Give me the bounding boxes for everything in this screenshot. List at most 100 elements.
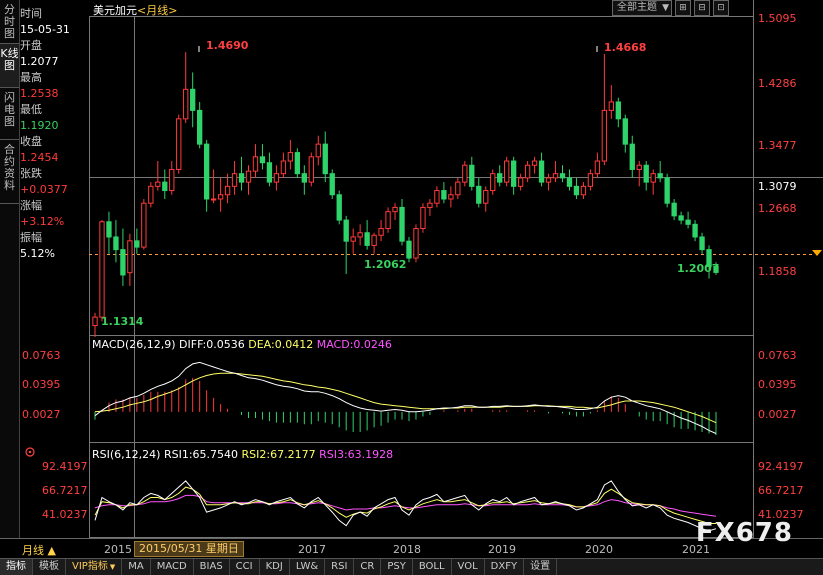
tab-dxfy[interactable]: DXFY xyxy=(485,559,525,575)
tab-vol[interactable]: VOL xyxy=(452,559,485,575)
price-tick: 1.3477 xyxy=(758,139,797,152)
year-label: 2019 xyxy=(488,543,516,556)
macd-dea-value: DEA:0.0412 xyxy=(248,338,314,351)
candle xyxy=(580,182,587,199)
candle xyxy=(196,101,203,149)
rsi-tick-left: 66.7217 xyxy=(42,484,88,497)
layout-grid-button[interactable]: ⊞ xyxy=(675,0,691,16)
year-label: 2017 xyxy=(298,543,326,556)
rsi-tick-right: 92.4197 xyxy=(758,460,804,473)
candles-group xyxy=(92,52,719,338)
macd-tick-left: 0.0763 xyxy=(22,349,61,362)
period-toggle-button[interactable]: 月线 ▲ xyxy=(22,542,56,558)
macd-title: MACD(26,12,9) xyxy=(92,338,176,351)
candle xyxy=(490,169,496,195)
candle xyxy=(650,169,656,195)
candle xyxy=(413,224,419,263)
candle xyxy=(483,186,489,212)
annotation-high-2016: 1.4690 xyxy=(206,39,249,52)
rsi1-line xyxy=(94,480,717,532)
candle xyxy=(462,161,468,187)
macd-tick-right: 0.0027 xyxy=(758,408,797,421)
candle xyxy=(134,228,140,254)
theme-select[interactable]: 全部主题 ▼ xyxy=(612,0,672,16)
candle xyxy=(699,232,705,254)
candle xyxy=(685,211,691,229)
macd-group xyxy=(94,361,717,436)
candle xyxy=(343,215,349,274)
tab-kdj[interactable]: KDJ xyxy=(260,559,290,575)
tab-indicator[interactable]: 指标 xyxy=(0,559,33,575)
candle xyxy=(657,161,663,183)
candle xyxy=(176,114,182,174)
tab-ma[interactable]: MA xyxy=(122,559,151,575)
candle xyxy=(162,169,168,199)
candle xyxy=(448,186,454,208)
candle xyxy=(559,165,566,183)
tab-lw[interactable]: LW& xyxy=(290,559,326,575)
cursor-date-label: 2015/05/31 星期日 xyxy=(134,541,244,557)
candle xyxy=(308,152,314,187)
candle xyxy=(392,203,398,221)
price-tick: 1.4286 xyxy=(758,77,797,90)
rsi-header: RSI(6,12,24) RSI1:65.7540 RSI2:67.2177 R… xyxy=(92,448,393,461)
tab-template[interactable]: 模板 xyxy=(33,559,66,575)
candle xyxy=(524,161,531,183)
candle xyxy=(594,152,601,178)
rsi2-line xyxy=(94,486,716,524)
candle xyxy=(336,190,342,225)
macd-axis: 0.0763 0.0395 0.0027 0.0763 0.0395 0.002… xyxy=(22,349,797,421)
candle xyxy=(566,169,573,191)
tab-settings[interactable]: 设置 xyxy=(524,559,558,575)
candle xyxy=(385,207,391,233)
candle xyxy=(294,148,301,178)
tab-vip-indicator[interactable]: VIP指标 xyxy=(66,559,123,575)
candle xyxy=(217,177,224,212)
layout-full-button[interactable]: ⊡ xyxy=(713,0,729,16)
candle xyxy=(531,156,538,174)
candle xyxy=(538,152,545,187)
candle xyxy=(406,236,412,263)
layout-split-button[interactable]: ⊟ xyxy=(694,0,710,16)
candle xyxy=(113,220,119,263)
candle xyxy=(510,156,517,195)
candle xyxy=(469,156,475,191)
macd-dea-line xyxy=(94,372,717,424)
candle xyxy=(210,169,217,204)
candle xyxy=(273,165,280,191)
tab-psy[interactable]: PSY xyxy=(381,559,413,575)
candle xyxy=(371,232,377,254)
period-label: <月线> xyxy=(137,4,178,17)
tab-cr[interactable]: CR xyxy=(354,559,382,575)
tab-rsi[interactable]: RSI xyxy=(325,559,355,575)
rsi-tick-right: 66.7217 xyxy=(758,484,804,497)
price-tick: 1.5095 xyxy=(758,12,797,25)
candle xyxy=(587,169,594,191)
rsi-settings-icon[interactable] xyxy=(25,447,35,457)
rsi-group xyxy=(94,480,717,532)
candle xyxy=(120,228,126,286)
candle xyxy=(622,114,628,153)
macd-tick-left: 0.0395 xyxy=(22,378,61,391)
candle xyxy=(601,54,608,166)
annotation-low-2014: 1.1314 xyxy=(101,315,144,328)
tab-boll[interactable]: BOLL xyxy=(413,559,452,575)
candle xyxy=(455,177,461,199)
candle xyxy=(517,173,524,191)
tab-bias[interactable]: BIAS xyxy=(194,559,230,575)
rsi3-value: RSI3:63.1928 xyxy=(319,448,394,461)
candle xyxy=(287,139,294,170)
candle xyxy=(497,165,503,187)
cursor-price-label: 1.3079 xyxy=(758,180,797,193)
tab-cci[interactable]: CCI xyxy=(230,559,260,575)
annotation-low-2017: 1.2062 xyxy=(364,258,406,271)
macd-tick-left: 0.0027 xyxy=(22,408,61,421)
macd-macd-value: MACD:0.0246 xyxy=(316,338,392,351)
tab-macd[interactable]: MACD xyxy=(151,559,194,575)
candle xyxy=(315,135,321,166)
candle xyxy=(573,177,580,199)
candle xyxy=(252,144,259,178)
candle xyxy=(636,161,642,187)
candle xyxy=(692,220,698,242)
candle xyxy=(322,131,328,183)
